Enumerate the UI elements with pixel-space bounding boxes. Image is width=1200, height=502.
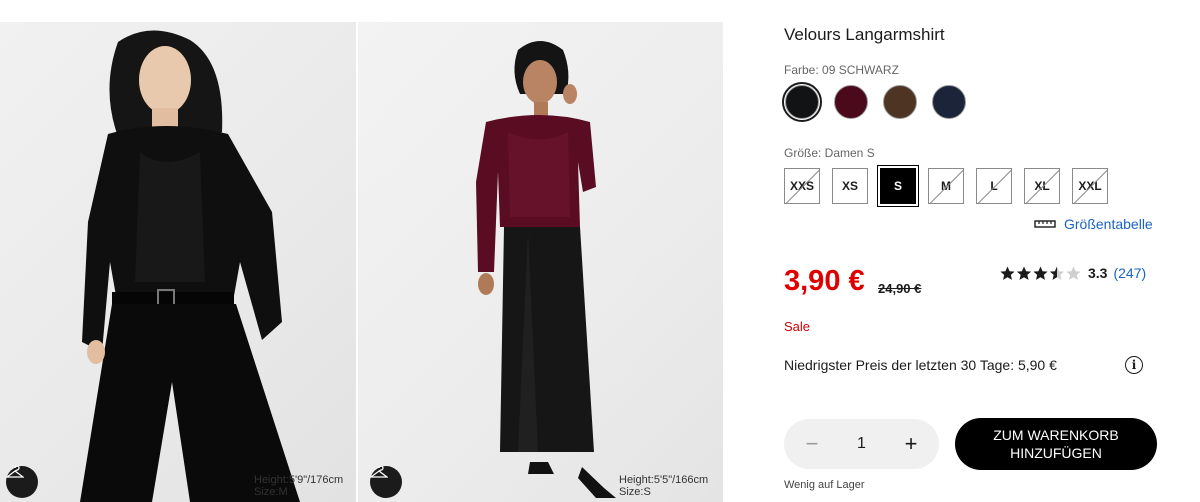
quantity-increase-button[interactable]: +: [901, 431, 921, 457]
add-to-cart-label-line2: HINZUFÜGEN: [1010, 445, 1102, 461]
model-illustration-burgundy-velour: [476, 41, 616, 498]
size-option-m[interactable]: M: [928, 168, 964, 204]
model-info: Height:5'5"/166cm Size:S: [619, 474, 708, 498]
model-illustration-black-velour: [80, 30, 300, 502]
original-price: 24,90 €: [878, 281, 922, 296]
add-to-cart-label-line1: ZUM WARENKORB: [993, 427, 1119, 443]
product-photo-front[interactable]: Height:5'9"/176cm Size:M: [0, 22, 356, 502]
product-photo-full[interactable]: Height:5'5"/166cm Size:S: [358, 22, 723, 502]
ruler-icon: [1034, 220, 1056, 228]
info-icon[interactable]: i: [1125, 356, 1143, 374]
model-size: Size:S: [619, 486, 651, 498]
rating-stars: [1000, 266, 1082, 281]
swatch-fill: [834, 85, 868, 119]
stock-status: Wenig auf Lager: [784, 479, 865, 491]
swatch-fill: [883, 85, 917, 119]
model-info: Height:5'9"/176cm Size:M: [254, 474, 343, 498]
product-rating[interactable]: 3.3 (247): [1000, 265, 1146, 281]
star-full-icon: [1016, 266, 1032, 280]
quantity-stepper: − 1 +: [784, 419, 939, 469]
star-icons: [1000, 266, 1081, 280]
color-swatch-navy[interactable]: [929, 82, 969, 122]
swatch-fill: [785, 85, 819, 119]
rating-value: 3.3: [1088, 265, 1108, 281]
color-swatch-schwarz[interactable]: [782, 82, 822, 122]
color-label: Farbe: 09 SCHWARZ: [784, 63, 899, 77]
size-option-l[interactable]: L: [976, 168, 1012, 204]
quantity-decrease-button[interactable]: −: [802, 431, 822, 457]
model-height: Height:5'5"/166cm: [619, 474, 709, 486]
model-height: Height:5'9"/176cm: [254, 474, 344, 486]
color-swatch-braun[interactable]: [880, 82, 920, 122]
size-chart-link[interactable]: Größentabelle: [1034, 216, 1153, 232]
sale-badge: Sale: [784, 319, 811, 334]
size-option-s[interactable]: S: [877, 165, 919, 207]
try-on-hanger-button[interactable]: [6, 466, 38, 498]
color-swatch-weinrot[interactable]: [831, 82, 871, 122]
size-option-xs[interactable]: XS: [832, 168, 868, 204]
star-full-icon: [1000, 266, 1015, 280]
size-option-xl[interactable]: XL: [1024, 168, 1060, 204]
color-swatches: [782, 82, 969, 122]
size-options: XXS XS S M L XL XXL: [784, 165, 1108, 207]
swatch-fill: [932, 85, 966, 119]
sale-price: 3,90 €: [784, 265, 865, 297]
star-half-icon: [1049, 266, 1065, 280]
hanger-icon: [6, 466, 24, 478]
review-count-link[interactable]: (247): [1113, 265, 1146, 281]
star-empty-icon: [1066, 266, 1081, 280]
lowest-price-note: Niedrigster Preis der letzten 30 Tage: 5…: [784, 357, 1057, 373]
size-chart-label: Größentabelle: [1064, 216, 1153, 232]
hanger-icon: [370, 466, 388, 478]
model-size: Size:M: [254, 486, 288, 498]
size-label: Größe: Damen S: [784, 146, 875, 160]
star-full-icon: [1033, 266, 1048, 280]
size-option-xxs[interactable]: XXS: [784, 168, 820, 204]
product-title: Velours Langarmshirt: [784, 25, 945, 44]
try-on-hanger-button[interactable]: [370, 466, 402, 498]
add-to-cart-button[interactable]: ZUM WARENKORB HINZUFÜGEN: [955, 418, 1157, 470]
quantity-value: 1: [857, 435, 866, 452]
size-option-xxl[interactable]: XXL: [1072, 168, 1108, 204]
